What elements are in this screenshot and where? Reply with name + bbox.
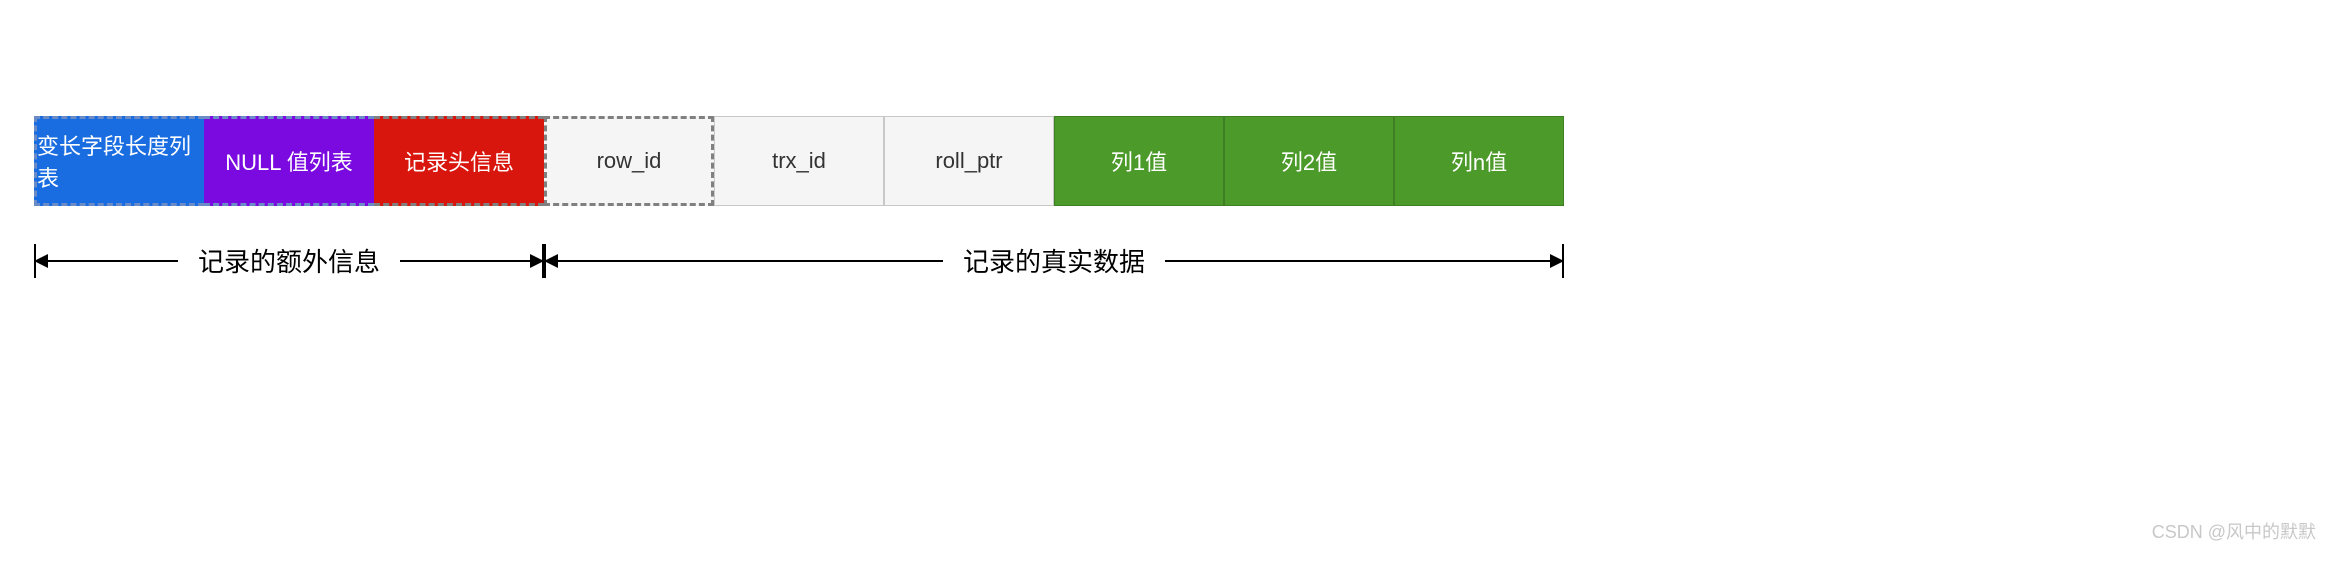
bracket-label-real-data: 记录的真实数据	[943, 242, 1165, 279]
bracket-label-extra-info: 记录的额外信息	[178, 242, 400, 279]
cell-column-n-value: 列n值	[1394, 116, 1564, 206]
cell-trx-id: trx_id	[714, 116, 884, 206]
cell-row-id: row_id	[544, 116, 714, 206]
cell-label: trx_id	[772, 148, 826, 174]
cell-record-header-info: 记录头信息	[374, 116, 544, 206]
arrow-left-icon	[34, 254, 48, 268]
cell-label: 记录头信息	[404, 145, 514, 177]
bracket-tick-icon	[1562, 244, 1564, 278]
cell-label: 列1值	[1111, 145, 1167, 177]
arrow-left-icon	[544, 254, 558, 268]
cell-column-1-value: 列1值	[1054, 116, 1224, 206]
cell-label: NULL 值列表	[225, 145, 353, 177]
cell-null-value-list: NULL 值列表	[204, 116, 374, 206]
cell-roll-ptr: roll_ptr	[884, 116, 1054, 206]
cell-label: row_id	[597, 148, 662, 174]
cell-label: roll_ptr	[935, 148, 1002, 174]
cell-label: 列2值	[1281, 145, 1337, 177]
row-format-diagram: 变长字段长度列表 NULL 值列表 记录头信息 row_id trx_id ro…	[34, 116, 1564, 206]
cell-label: 变长字段长度列表	[37, 129, 204, 193]
bracket-row: 记录的额外信息 记录的真实数据	[34, 230, 1564, 290]
cell-varlen-field-length-list: 变长字段长度列表	[34, 116, 204, 206]
bracket-extra-info: 记录的额外信息	[34, 230, 544, 290]
cell-column-2-value: 列2值	[1224, 116, 1394, 206]
watermark: CSDN @风中的默默	[2152, 518, 2316, 544]
bracket-real-data: 记录的真实数据	[544, 230, 1564, 290]
cell-label: 列n值	[1451, 145, 1507, 177]
